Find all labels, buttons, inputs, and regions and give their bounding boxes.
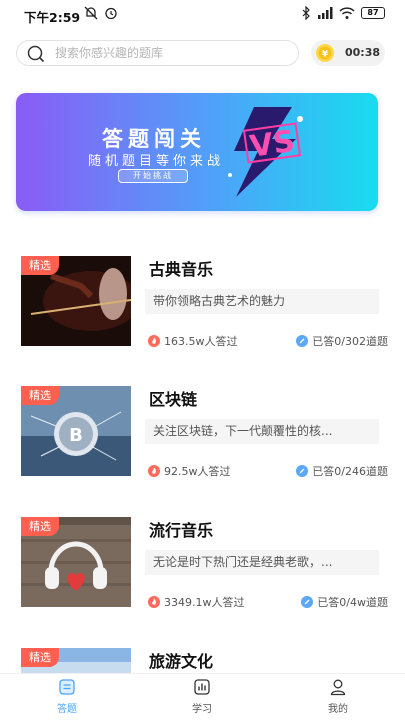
- battery-indicator: 87: [361, 7, 385, 19]
- banner-subtitle: 随机题目等你来战: [88, 154, 225, 169]
- quiz-description: 关注区块链，下一代颠覆性的核...: [145, 419, 379, 444]
- nav-label-profile: 我的: [328, 704, 348, 715]
- quiz-title: 流行音乐: [149, 521, 214, 540]
- user-icon: [330, 679, 346, 696]
- nav-label-quiz: 答题: [57, 704, 77, 715]
- participants-count: 92.5w人答过: [164, 465, 231, 478]
- quiz-card-blockchain[interactable]: B 精选 区块链 关注区块链，下一代颠覆性的核... 92.5w人答过 已答0/…: [0, 386, 405, 486]
- nav-tab-study[interactable]: 学习: [172, 678, 232, 718]
- pencil-icon: [301, 596, 314, 608]
- fire-icon: [148, 596, 160, 608]
- status-bar: 下午2:59 87: [0, 0, 405, 30]
- start-challenge-button[interactable]: 开始挑战: [118, 169, 188, 183]
- nav-tab-quiz[interactable]: 答题: [37, 678, 97, 718]
- challenge-banner[interactable]: 答题闯关 随机题目等你来战 开始挑战 VS: [16, 93, 378, 211]
- quiz-card-travel-culture[interactable]: 精选 旅游文化: [0, 648, 405, 673]
- progress-stat: 已答0/302道题: [296, 333, 388, 349]
- featured-tag: 精选: [21, 256, 59, 275]
- quiz-title: 旅游文化: [149, 652, 214, 671]
- quiz-card-pop-music[interactable]: 精选 流行音乐 无论是时下热门还是经典老歌，... 3349.1w人答过 已答0…: [0, 517, 405, 617]
- quiz-icon: [59, 679, 75, 695]
- progress-count: 已答0/4w道题: [317, 596, 388, 609]
- progress-count: 已答0/246道题: [312, 465, 388, 478]
- featured-tag: 精选: [21, 648, 59, 667]
- signal-icon: [318, 7, 333, 19]
- nav-tab-profile[interactable]: 我的: [308, 678, 368, 718]
- quiz-thumbnail[interactable]: 精选: [21, 648, 131, 673]
- participants-count: 3349.1w人答过: [164, 596, 245, 609]
- banner-title: 答题闯关: [102, 126, 206, 151]
- quiz-thumbnail[interactable]: 精选: [21, 256, 131, 346]
- quiz-thumbnail[interactable]: B 精选: [21, 386, 131, 476]
- quiz-title: 区块链: [149, 390, 198, 409]
- status-time: 下午2:59: [24, 10, 81, 25]
- quiz-description: 带你领略古典艺术的魅力: [145, 289, 379, 314]
- wifi-icon: [339, 7, 355, 19]
- vs-icon: VS: [228, 107, 303, 197]
- nav-label-study: 学习: [192, 704, 212, 715]
- pencil-icon: [296, 335, 309, 347]
- featured-tag: 精选: [21, 517, 59, 536]
- featured-tag: 精选: [21, 386, 59, 405]
- quiz-description: 无论是时下热门还是经典老歌，...: [145, 550, 379, 575]
- fire-icon: [148, 335, 160, 347]
- timer-pill[interactable]: ¥ 00:38: [311, 40, 385, 66]
- svg-text:¥: ¥: [322, 50, 329, 60]
- search-bar[interactable]: [16, 40, 299, 66]
- search-input[interactable]: [55, 41, 295, 65]
- timer-value: 00:38: [345, 46, 381, 59]
- progress-stat: 已答0/4w道题: [301, 594, 388, 610]
- participants-stat: 92.5w人答过: [148, 463, 231, 479]
- quiz-thumbnail[interactable]: 精选: [21, 517, 131, 607]
- progress-count: 已答0/302道题: [312, 335, 388, 348]
- svg-text:B: B: [69, 425, 83, 446]
- search-icon: [27, 45, 45, 63]
- quiz-title: 古典音乐: [149, 260, 214, 279]
- bluetooth-icon: [302, 6, 310, 20]
- participants-stat: 3349.1w人答过: [148, 594, 245, 610]
- alarm-icon: [105, 7, 117, 20]
- status-right-icons: 87: [301, 6, 385, 20]
- pencil-icon: [296, 465, 309, 477]
- mute-bell-icon: [84, 6, 98, 20]
- chart-icon: [194, 679, 210, 695]
- fire-icon: [148, 465, 160, 477]
- coin-icon: ¥: [316, 44, 334, 62]
- progress-stat: 已答0/246道题: [296, 463, 388, 479]
- participants-stat: 163.5w人答过: [148, 333, 238, 349]
- participants-count: 163.5w人答过: [164, 335, 238, 348]
- quiz-card-classical-music[interactable]: 精选 古典音乐 带你领略古典艺术的魅力 163.5w人答过 已答0/302道题: [0, 256, 405, 356]
- vs-text: VS: [248, 124, 297, 165]
- status-left-icons: [84, 6, 118, 20]
- bottom-nav: 答题 学习 我的: [0, 673, 405, 720]
